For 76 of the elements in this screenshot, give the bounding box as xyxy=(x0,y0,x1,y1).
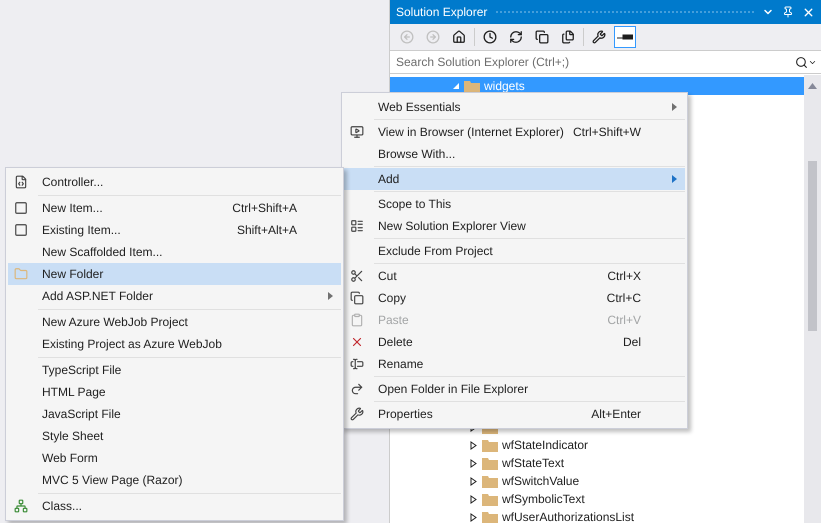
expanded-arrow-icon[interactable] xyxy=(452,82,460,90)
menu-item[interactable]: MVC 5 View Page (Razor) xyxy=(8,469,341,491)
collapsed-arrow-icon[interactable] xyxy=(470,494,478,504)
menu-item[interactable]: Browse With... xyxy=(344,143,685,165)
folder-icon xyxy=(482,474,498,488)
menu-item[interactable]: TypeScript File xyxy=(8,359,341,381)
collapse-icon xyxy=(535,30,549,44)
wrench-icon xyxy=(592,30,606,44)
tree-item[interactable]: wfStateText xyxy=(390,454,804,472)
collapsed-arrow-icon[interactable] xyxy=(470,512,478,522)
menu-item[interactable]: Exclude From Project xyxy=(344,240,685,262)
clock-icon xyxy=(483,30,497,44)
forward-icon xyxy=(426,30,440,44)
toolbar-button[interactable] xyxy=(614,26,636,48)
menu-item[interactable]: Add ASP.NET Folder xyxy=(8,285,341,307)
menu-item[interactable]: Class... xyxy=(8,495,341,517)
tree-item[interactable]: wfSwitchValue xyxy=(390,472,804,490)
home-icon xyxy=(452,30,466,44)
paste-icon xyxy=(350,313,364,327)
menu-item[interactable]: New Item... Ctrl+Shift+A xyxy=(8,197,341,219)
menu-item[interactable]: Existing Item... Shift+Alt+A xyxy=(8,219,341,241)
refresh-icon xyxy=(509,30,523,44)
back-icon xyxy=(400,30,414,44)
menu-item[interactable]: New Folder xyxy=(8,263,341,285)
search-field[interactable]: Search Solution Explorer (Ctrl+;) xyxy=(394,54,795,70)
folder-icon xyxy=(482,438,498,452)
wrench-icon xyxy=(350,407,364,421)
collapsed-arrow-icon[interactable] xyxy=(470,476,478,486)
menu-item[interactable]: Properties Alt+Enter xyxy=(344,403,685,425)
window-list-icon xyxy=(350,219,364,233)
menu-item[interactable]: Existing Project as Azure WebJob xyxy=(8,333,341,355)
files-icon xyxy=(561,30,575,44)
collapsed-arrow-icon[interactable] xyxy=(470,440,478,450)
browser-icon xyxy=(350,125,364,139)
folder-icon xyxy=(14,267,28,281)
copy-icon xyxy=(350,291,364,305)
menu-item[interactable]: JavaScript File xyxy=(8,403,341,425)
scrollbar[interactable] xyxy=(804,75,821,523)
panel-title: Solution Explorer xyxy=(396,5,488,19)
cut-icon xyxy=(350,269,364,283)
class-icon xyxy=(14,499,28,513)
search-icon[interactable] xyxy=(795,56,808,68)
menu-item[interactable]: Add xyxy=(344,168,685,190)
pin-icon[interactable] xyxy=(782,6,794,18)
menu-item[interactable]: Style Sheet xyxy=(8,425,341,447)
menu-item[interactable]: Rename xyxy=(344,353,685,375)
menu-item[interactable]: New Azure WebJob Project xyxy=(8,311,341,333)
tree-item[interactable]: wfStateIndicator xyxy=(390,436,804,454)
scroll-up-icon[interactable] xyxy=(808,83,817,89)
menu-item[interactable]: Cut Ctrl+X xyxy=(344,265,685,287)
menu-item[interactable]: Controller... xyxy=(8,171,341,193)
preview-icon xyxy=(617,34,633,40)
menu-item[interactable]: New Scaffolded Item... xyxy=(8,241,341,263)
menu-item[interactable]: Scope to This xyxy=(344,193,685,215)
controller-icon xyxy=(14,175,28,189)
menu-item[interactable]: Open Folder in File Explorer xyxy=(344,378,685,400)
menu-item[interactable]: Web Form xyxy=(8,447,341,469)
menu-item[interactable]: HTML Page xyxy=(8,381,341,403)
tree-item[interactable]: wfUserAuthorizationsList xyxy=(390,508,804,523)
folder-icon xyxy=(482,456,498,470)
delete-icon xyxy=(350,335,364,349)
folder-icon xyxy=(482,510,498,523)
scroll-thumb[interactable] xyxy=(808,161,817,331)
close-icon[interactable] xyxy=(802,6,815,18)
arrow-icon xyxy=(350,382,364,396)
menu-item[interactable]: Web Essentials xyxy=(344,96,685,118)
rename-icon xyxy=(350,357,364,371)
new-item-icon xyxy=(14,201,28,215)
menu-item[interactable]: View in Browser (Internet Explorer) Ctrl+Shift+W xyxy=(344,121,685,143)
menu-item[interactable]: Copy Ctrl+C xyxy=(344,287,685,309)
collapsed-arrow-icon[interactable] xyxy=(470,458,478,468)
existing-item-icon xyxy=(14,223,28,237)
menu-item[interactable]: Delete Del xyxy=(344,331,685,353)
tree-item[interactable]: wfSymbolicText xyxy=(390,490,804,508)
folder-icon xyxy=(482,492,498,506)
menu-item[interactable]: New Solution Explorer View xyxy=(344,215,685,237)
